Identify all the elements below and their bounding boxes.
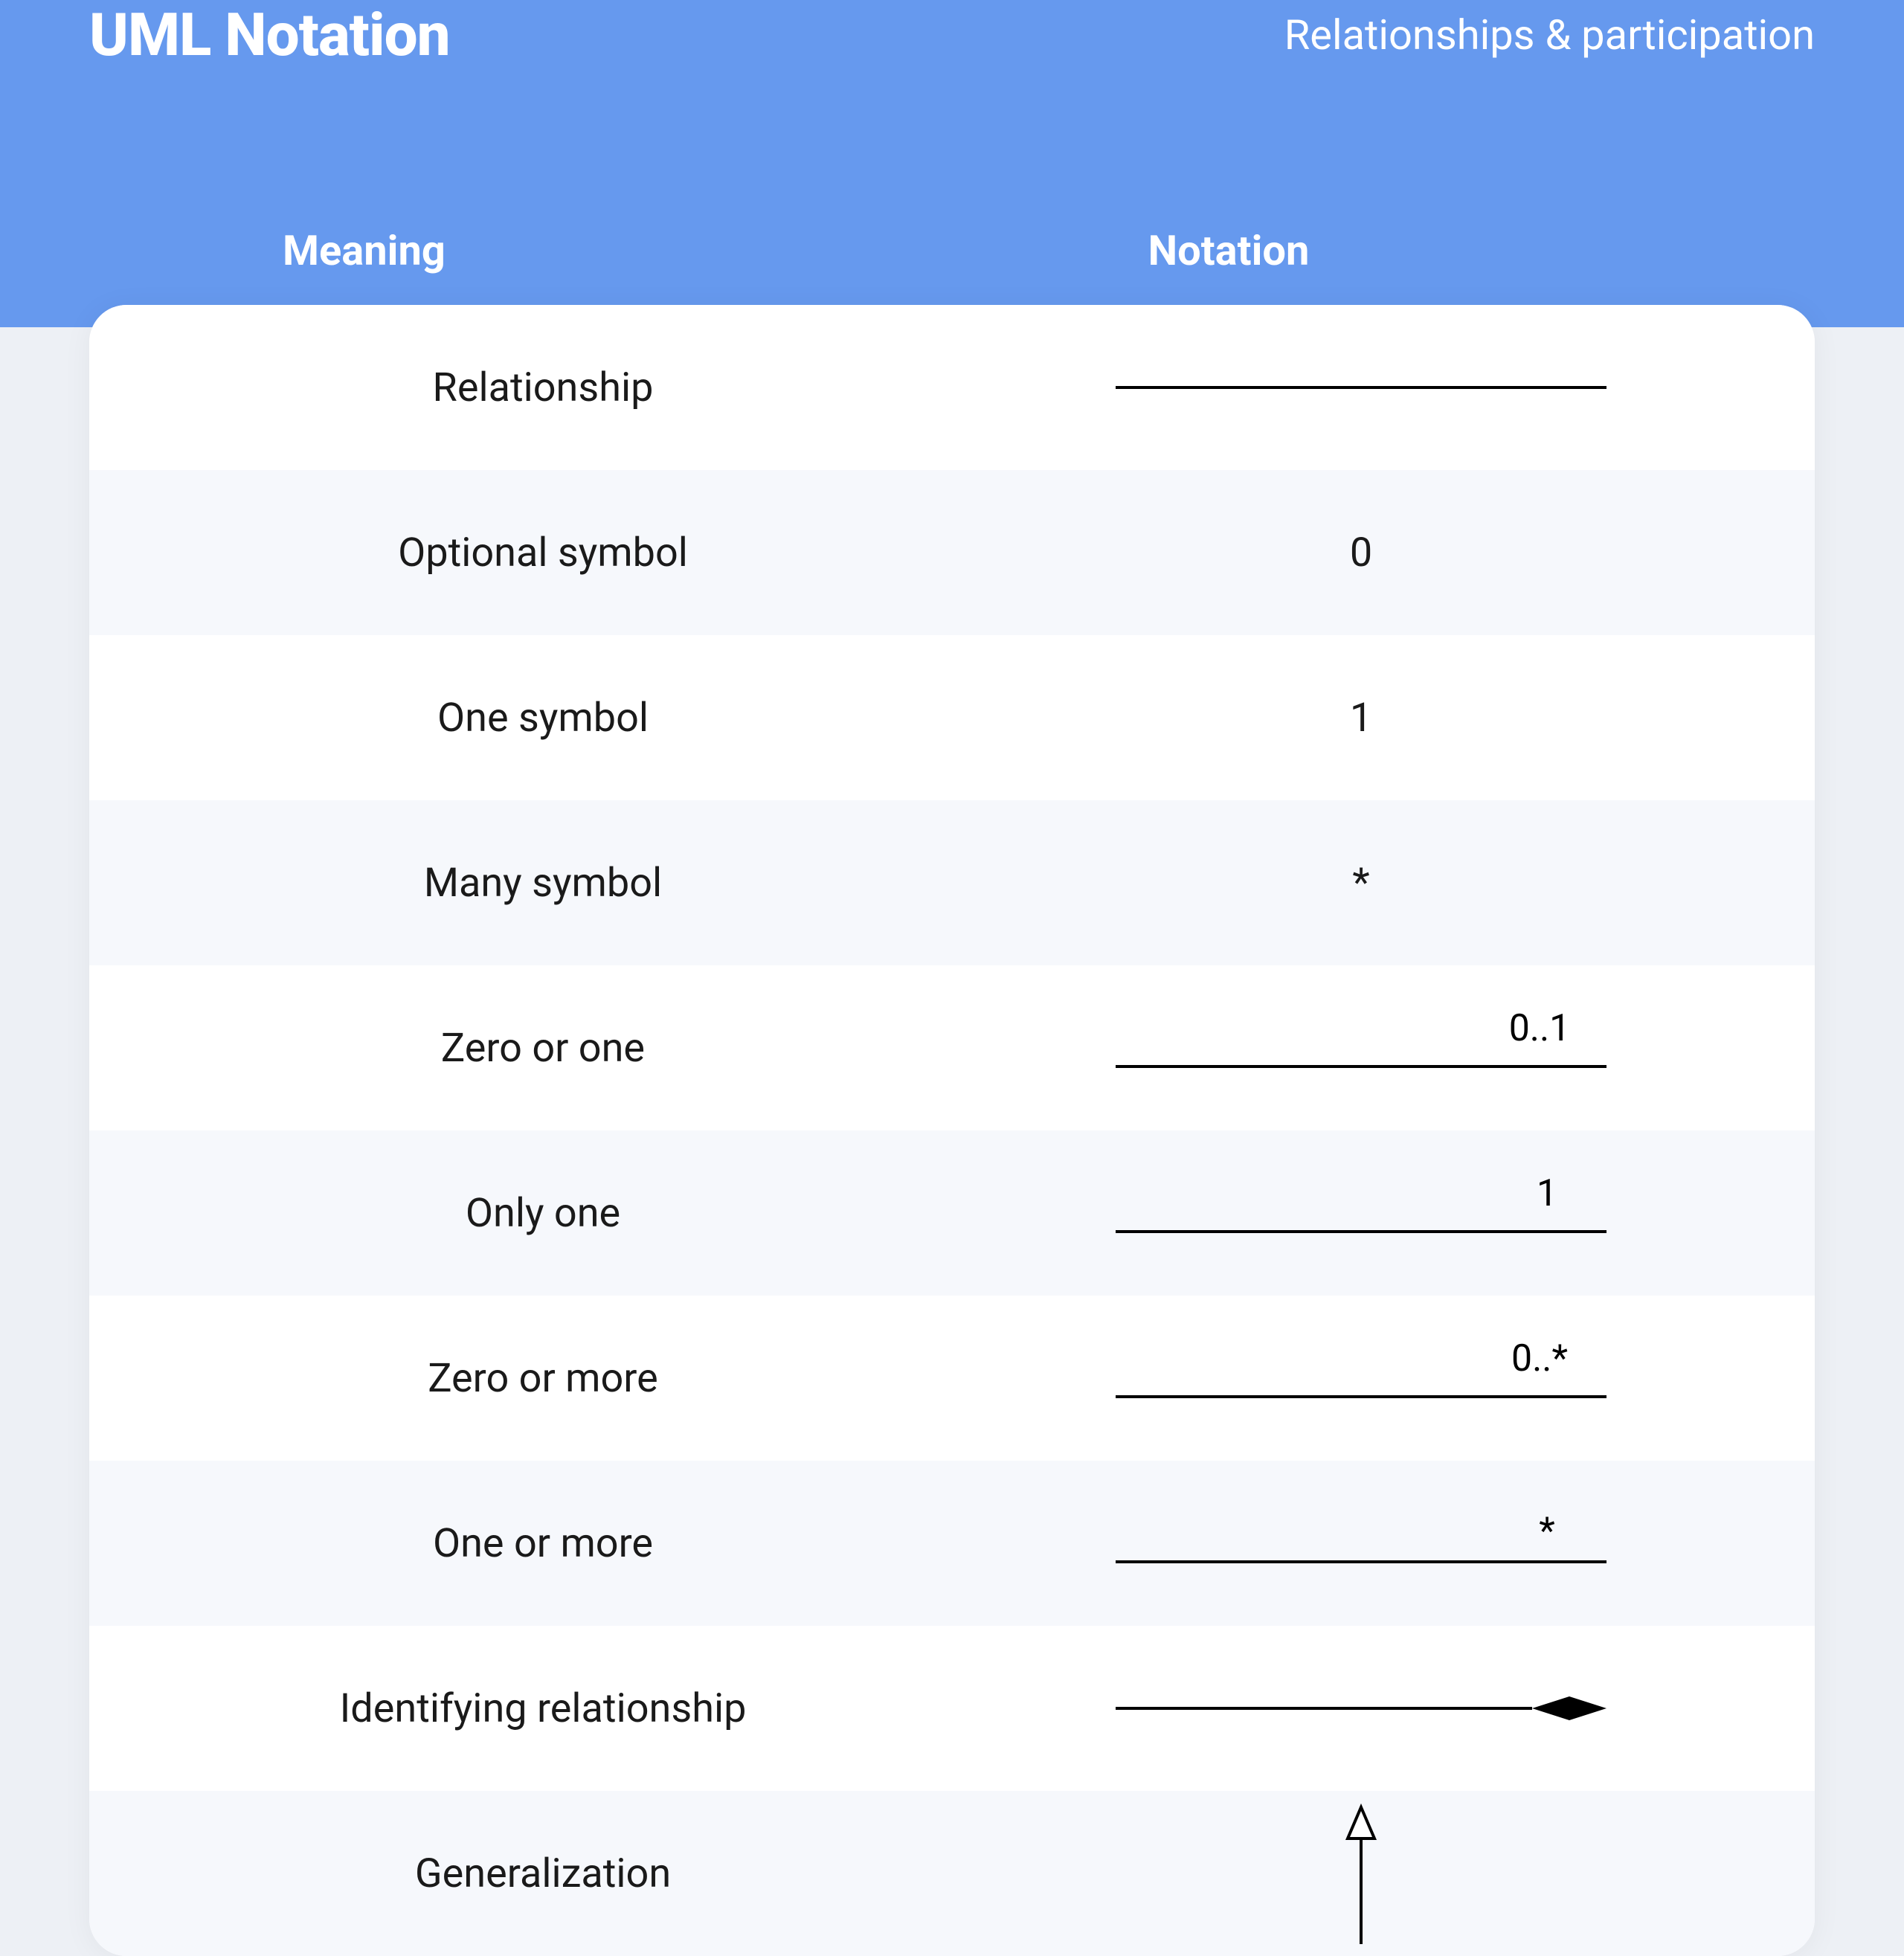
table-row: Only one 1: [89, 1130, 1815, 1296]
column-headers: Meaning Notation: [89, 226, 1815, 275]
page-subtitle: Relationships & participation: [1284, 10, 1815, 59]
meaning-label: Generalization: [134, 1850, 952, 1897]
page-title: UML Notation: [89, 0, 450, 70]
header-top: UML Notation Relationships & participati…: [89, 0, 1815, 70]
notation-cell: [952, 1803, 1770, 1944]
svg-text:0..*: 0..*: [1511, 1337, 1568, 1380]
meaning-label: One or more: [134, 1520, 952, 1567]
notation-cell: 0: [952, 530, 1770, 576]
zero-or-more-icon: 0..*: [1108, 1334, 1614, 1423]
many-symbol: *: [1352, 860, 1369, 907]
meaning-label: Only one: [134, 1190, 952, 1237]
notation-cell: [952, 1686, 1770, 1731]
zero-or-one-icon: 0..1: [1108, 1003, 1614, 1093]
notation-cell: 0..*: [952, 1334, 1770, 1423]
meaning-label: Optional symbol: [134, 530, 952, 576]
notation-cell: 1: [952, 1168, 1770, 1258]
column-header-notation: Notation: [1000, 226, 1740, 275]
relationship-line-icon: [1108, 373, 1614, 402]
column-header-meaning: Meaning: [164, 226, 1000, 275]
svg-text:0..1: 0..1: [1509, 1007, 1571, 1050]
header: UML Notation Relationships & participati…: [0, 0, 1904, 327]
svg-text:1: 1: [1537, 1172, 1557, 1215]
svg-text:*: *: [1539, 1510, 1555, 1553]
table-row: Optional symbol 0: [89, 470, 1815, 635]
meaning-label: Zero or more: [134, 1355, 952, 1402]
one-symbol: 1: [1350, 695, 1372, 741]
one-or-more-icon: *: [1108, 1499, 1614, 1588]
table-row: Generalization: [89, 1791, 1815, 1956]
generalization-arrow-icon: [1331, 1803, 1391, 1944]
only-one-icon: 1: [1108, 1168, 1614, 1258]
notation-cell: 1: [952, 695, 1770, 741]
table-row: Zero or one 0..1: [89, 965, 1815, 1130]
table-row: Many symbol *: [89, 800, 1815, 965]
meaning-label: Identifying relationship: [134, 1685, 952, 1732]
table-row: Identifying relationship: [89, 1626, 1815, 1791]
meaning-label: One symbol: [134, 695, 952, 741]
meaning-label: Relationship: [134, 364, 952, 411]
notation-cell: [952, 373, 1770, 402]
meaning-label: Many symbol: [134, 860, 952, 907]
meaning-label: Zero or one: [134, 1025, 952, 1072]
notation-table: Relationship Optional symbol 0 One symbo…: [89, 305, 1815, 1956]
optional-symbol: 0: [1350, 530, 1372, 576]
identifying-relationship-icon: [1108, 1686, 1614, 1731]
table-row: One or more *: [89, 1461, 1815, 1626]
notation-cell: *: [952, 860, 1770, 907]
table-row: Zero or more 0..*: [89, 1296, 1815, 1461]
table-row: Relationship: [89, 305, 1815, 470]
notation-cell: 0..1: [952, 1003, 1770, 1093]
table-row: One symbol 1: [89, 635, 1815, 800]
notation-cell: *: [952, 1499, 1770, 1588]
